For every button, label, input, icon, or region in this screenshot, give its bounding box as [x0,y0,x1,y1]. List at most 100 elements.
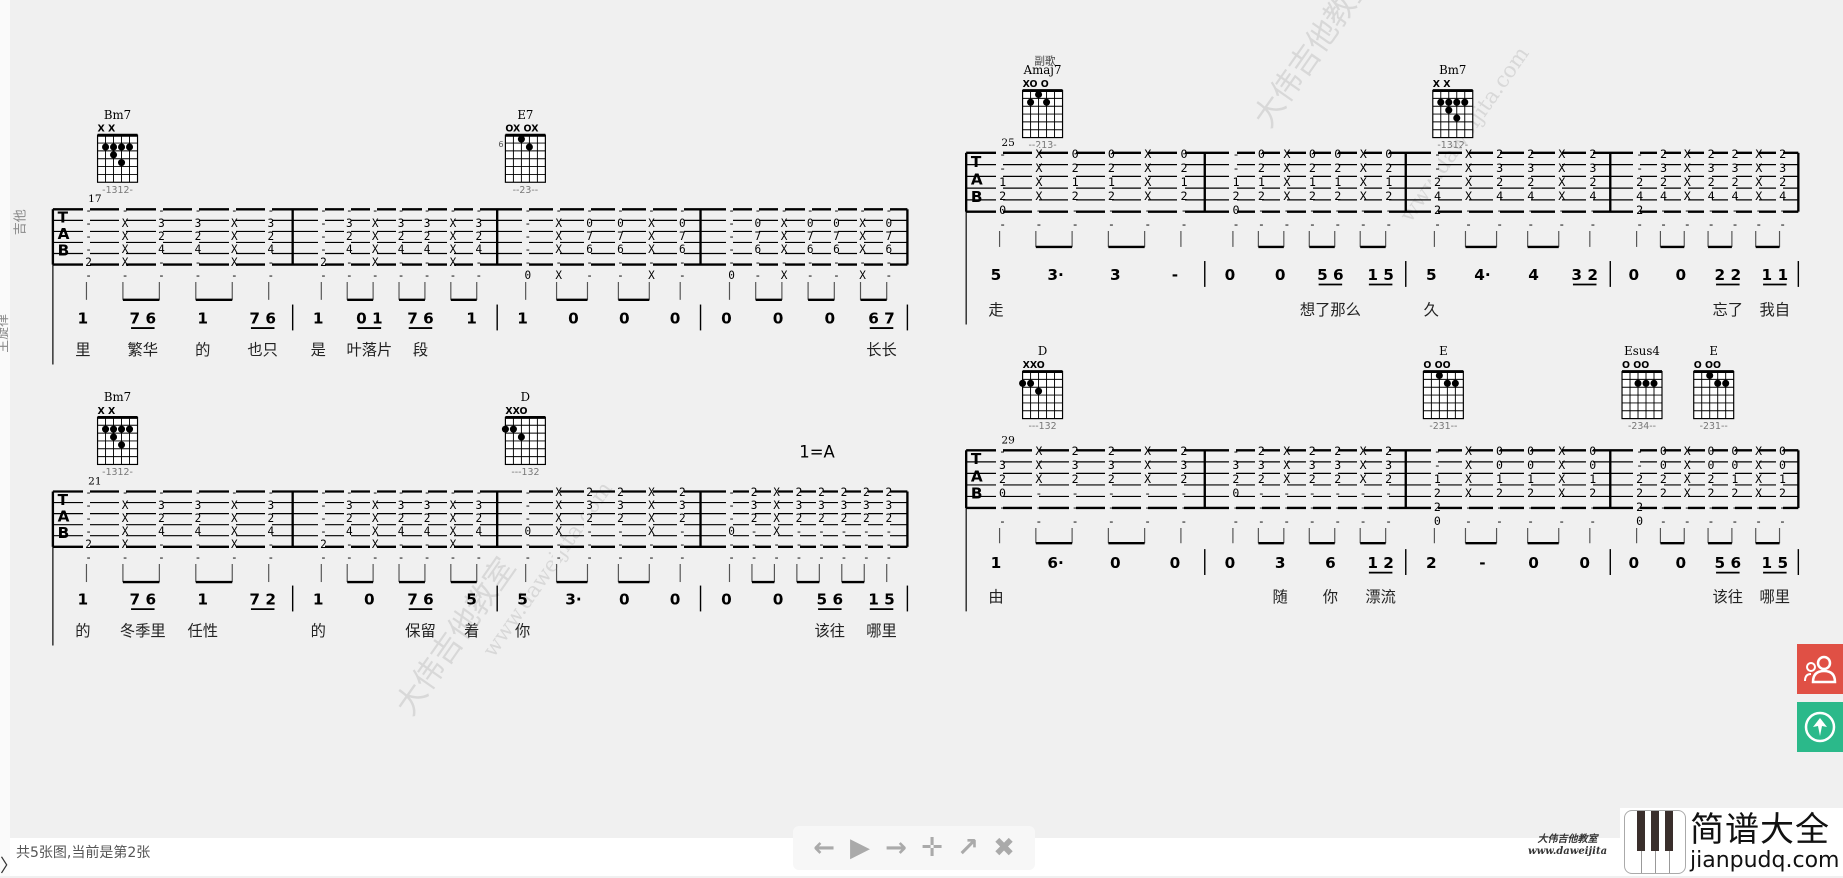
jianpu-note: 5 [517,590,528,608]
chord-diagram-bm7: Bm7 X X -1312- [1432,63,1474,151]
prev-icon[interactable]: ← [810,833,838,863]
chord-name: Amaj7 [1023,63,1062,77]
finger-dot [509,425,517,433]
fingering: -231-- [1700,421,1728,432]
guitar-track-label: 吉他 [14,209,29,235]
chord-diagram-e: E O OO -231-- [1422,344,1464,432]
tab-clef: T [58,209,69,227]
open-mute-markers: X X [98,124,117,135]
close-icon[interactable]: ✖ [990,833,1018,863]
jianpu-note: 0 1 [356,309,383,327]
open-mute-markers: X X [98,406,117,417]
finger-dot [118,143,126,151]
jianpu-note: 1 5 [1762,554,1789,572]
open-mute-markers: XO O [1023,79,1049,90]
finger-dot [110,143,118,151]
finger-dot [1650,379,1658,387]
lyric: 该往 [1713,588,1744,606]
jianpu-note: 5 [466,590,477,608]
jianpu-note: 5 6 [817,590,844,608]
lyric: 的 [75,622,90,640]
fingering: -1312- [102,467,133,478]
finger-dot [1043,98,1051,106]
finger-dot [126,143,134,151]
jianpu-note: 3 [1110,266,1121,284]
jianpu-note: 1 1 [1762,266,1789,284]
jianpu-note: 3· [1047,266,1063,284]
finger-dot [110,433,118,441]
chord-name: E [1439,344,1448,358]
piano-icon [1624,810,1686,874]
jianpu-note: 3 [1275,554,1286,572]
site-logo[interactable]: 简谱大全 jianpudq.com [1620,808,1843,876]
jianpu-note: 1 [197,309,208,327]
open-mute-markers: O OO [1622,360,1649,371]
lyric: 走 [988,301,1003,319]
chord-diagram-d: D XXO ---132 [501,390,546,478]
jianpu-note: 0 [1275,266,1286,284]
finger-dot [517,433,525,441]
finger-dot [1722,379,1730,387]
chord-name: Bm7 [104,390,131,404]
chord-diagram-e7: E7 OX OX --23-- 6 [498,108,546,196]
move-icon[interactable]: ✛ [918,833,946,863]
open-mute-markers: O OO [1423,360,1450,371]
jianpu-note: 7 6 [130,590,157,608]
measure: 1 6· 0 0 由 [988,512,1206,606]
measure: 0 0 2 2 1 1 忘了 我自 [1628,216,1800,319]
jianpu-note: 1 [197,590,208,608]
open-external-icon[interactable]: ↗ [954,833,982,863]
back-to-top-button[interactable] [1797,702,1843,752]
next-icon[interactable]: → [882,833,910,863]
measure: 5 3· 3 - 走 [988,216,1206,319]
lyric: 的 [195,341,210,359]
finger-dot [1453,98,1461,106]
lyric: 保留 [405,622,436,640]
chord-diagram-d: D XXO ---132 [1019,344,1064,432]
measure: 1 0 0 0 [517,269,702,331]
chord-diagram-bm7: Bm7 X X -1312- [96,108,139,196]
jianpu-note: 0 [670,309,681,327]
jianpu-note: 5 6 [1317,266,1344,284]
finger-dot [1027,379,1035,387]
fingering: ---132 [511,467,539,478]
lyric: 随 [1272,588,1287,606]
fingering: -1312- [1437,140,1468,151]
finger-dot [1461,98,1469,106]
finger-dot [1634,379,1642,387]
watermark-url: www.daweijita [1528,846,1608,857]
jianpu-note: 7 6 [130,309,157,327]
jianpu-note: 7 6 [407,590,434,608]
finger-dot [102,425,110,433]
chord-name: Esus4 [1624,344,1660,358]
open-mute-markers: XXO [1023,360,1045,371]
jianpu-note: 1 [313,309,324,327]
viewer-toolbar: ← ▶ → ✛ ↗ ✖ [793,826,1035,870]
play-icon[interactable]: ▶ [846,833,874,863]
chord-diagram-esus4: Esus4 O OO -234-- [1621,344,1663,432]
jianpu-note: 0 [721,309,732,327]
jianpu-note: 0 [1675,266,1686,284]
measure: 0 0 5 6 1 5 该往 哪里 [1628,512,1800,606]
lyric: 任性 [187,622,218,640]
jianpu-note: - [1172,266,1178,284]
jianpu-note: 1 [78,590,89,608]
lyric: 段 [413,341,428,359]
jianpu-note: 0 [721,590,732,608]
tab-clef: T [971,153,982,171]
jianpu-note: 0 [1225,554,1236,572]
finger-dot [1035,90,1043,98]
measure: 1 7 6 1 7 2 的 冬季里 任性 [75,551,294,640]
jianpu-note: 3 2 [1571,266,1598,284]
finger-dot [1019,379,1027,387]
contact-button[interactable] [1797,644,1843,694]
finger-dot [1706,371,1714,380]
jianpu-note: 1 [517,309,528,327]
expand-arrow-icon[interactable]: 〉 [0,852,18,878]
chord-name: Bm7 [1439,63,1466,77]
lyric: 由 [988,588,1003,606]
finger-dot [1451,379,1459,387]
jianpu-note: 0 [1579,554,1590,572]
jianpu-note: 7 6 [407,309,434,327]
jianpu-note: 2 2 [1715,266,1742,284]
